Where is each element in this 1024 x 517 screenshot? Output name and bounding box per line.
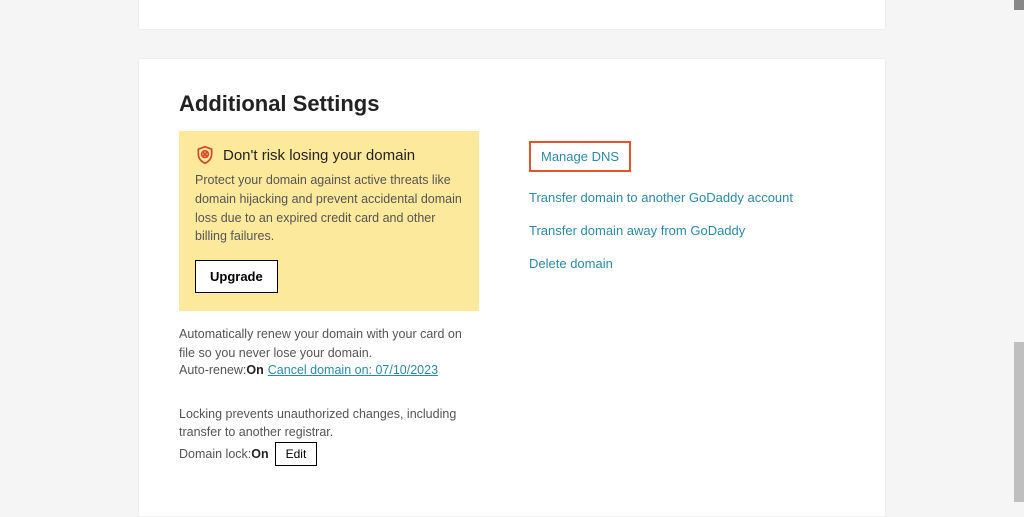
transfer-domain-another-account-link[interactable]: Transfer domain to another GoDaddy accou… <box>529 190 845 205</box>
autorenew-label: Auto-renew: <box>179 363 246 377</box>
section-heading: Additional Settings <box>179 91 845 117</box>
lock-label: Domain lock: <box>179 447 251 461</box>
scrollbar-up-arrow[interactable] <box>1014 0 1024 10</box>
callout-title-row: Don't risk losing your domain <box>195 145 463 165</box>
autorenew-block: Automatically renew your domain with you… <box>179 325 479 377</box>
page-scrollbar[interactable] <box>1014 342 1024 502</box>
delete-domain-link[interactable]: Delete domain <box>529 256 845 271</box>
domain-protection-callout: Don't risk losing your domain Protect yo… <box>179 131 479 311</box>
shield-alert-icon <box>195 145 215 165</box>
manage-dns-highlight: Manage DNS <box>529 141 631 172</box>
settings-right-column: Manage DNS Transfer domain to another Go… <box>529 131 845 466</box>
settings-left-column: Don't risk losing your domain Protect yo… <box>179 131 479 466</box>
manage-dns-link[interactable]: Manage DNS <box>541 149 619 164</box>
previous-card-edge <box>138 0 886 30</box>
lock-status: On <box>251 447 268 461</box>
upgrade-button[interactable]: Upgrade <box>195 260 278 293</box>
callout-title: Don't risk losing your domain <box>223 147 415 164</box>
autorenew-status-line: Auto-renew: On Cancel domain on: 07/10/2… <box>179 363 479 377</box>
additional-settings-card: Additional Settings Don't risk losing yo… <box>138 58 886 517</box>
callout-body: Protect your domain against active threa… <box>195 171 463 246</box>
lock-desc: Locking prevents unauthorized changes, i… <box>179 405 479 443</box>
settings-columns: Don't risk losing your domain Protect yo… <box>179 131 845 466</box>
autorenew-status: On <box>246 363 263 377</box>
edit-lock-button[interactable]: Edit <box>275 442 318 466</box>
autorenew-desc: Automatically renew your domain with you… <box>179 325 479 363</box>
domain-lock-block: Locking prevents unauthorized changes, i… <box>179 405 479 467</box>
transfer-domain-away-link[interactable]: Transfer domain away from GoDaddy <box>529 223 845 238</box>
cancel-domain-link[interactable]: Cancel domain on: 07/10/2023 <box>268 363 438 377</box>
lock-status-line: Domain lock: On Edit <box>179 442 479 466</box>
